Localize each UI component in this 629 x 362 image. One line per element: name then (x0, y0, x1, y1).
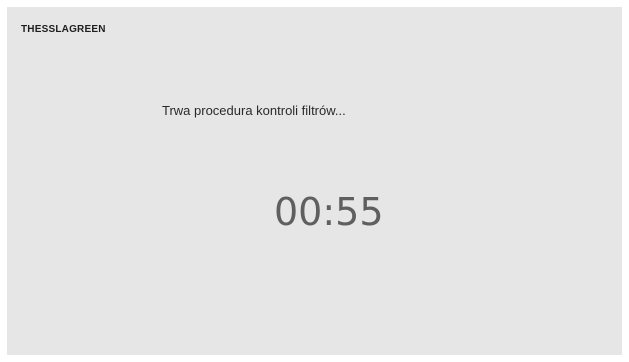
countdown-timer: 00:55 (274, 190, 384, 234)
controller-screen: THESSLAGREEN Trwa procedura kontroli fil… (7, 7, 622, 355)
status-message: Trwa procedura kontroli filtrów... (162, 103, 346, 118)
brand-logo: THESSLAGREEN (21, 24, 106, 35)
